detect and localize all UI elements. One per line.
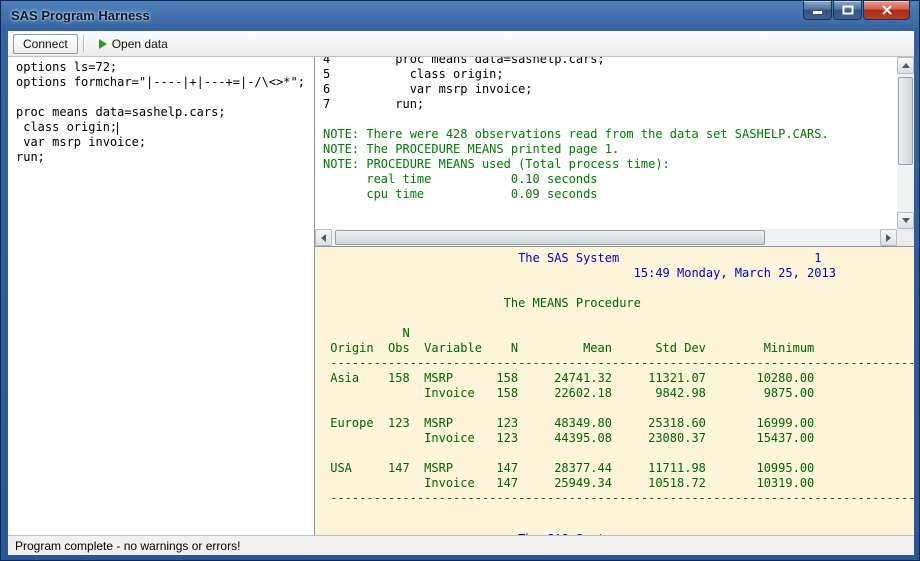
open-data-label: Open data	[112, 37, 168, 51]
left-arrow-icon	[321, 234, 326, 242]
horizontal-scrollbar-thumb[interactable]	[335, 230, 765, 245]
maximize-icon	[842, 5, 854, 15]
log-content: 4 proc means data=sashelp.cars; 5 class …	[315, 57, 897, 229]
scroll-down-button[interactable]	[897, 212, 914, 229]
right-arrow-icon	[886, 234, 891, 242]
connect-button[interactable]: Connect	[13, 34, 78, 54]
scroll-left-button[interactable]	[315, 229, 332, 246]
text-caret	[117, 122, 118, 135]
output-means-listing: The MEANS Procedure N Origin Obs Variabl…	[315, 281, 914, 506]
code-editor[interactable]: options ls=72; options formchar="|----|+…	[8, 57, 315, 535]
toolbar: Connect Open data	[8, 31, 914, 57]
scroll-up-button[interactable]	[897, 57, 914, 74]
open-data-button[interactable]: Open data	[89, 34, 178, 54]
down-arrow-icon	[902, 218, 910, 223]
toolbar-separator	[83, 35, 84, 52]
close-icon	[881, 5, 893, 15]
status-bar: Program complete - no warnings or errors…	[8, 535, 914, 555]
log-horizontal-scrollbar[interactable]	[315, 229, 897, 246]
app-window: SAS Program Harness Connect Open data	[0, 0, 920, 561]
output-pane: The SAS System 1 15:49 Monday, March 25,…	[315, 246, 914, 535]
scrollbar-corner	[897, 229, 914, 246]
up-arrow-icon	[902, 63, 910, 68]
titlebar[interactable]: SAS Program Harness	[1, 1, 919, 31]
window-title: SAS Program Harness	[11, 8, 150, 23]
close-button[interactable]	[863, 1, 910, 20]
status-message: Program complete - no warnings or errors…	[15, 539, 240, 553]
vertical-scrollbar-thumb[interactable]	[898, 77, 913, 165]
maximize-button[interactable]	[833, 1, 862, 20]
play-icon	[99, 39, 107, 49]
caption-buttons	[802, 1, 910, 20]
log-vertical-scrollbar[interactable]	[897, 57, 914, 229]
editor-code[interactable]: options ls=72; options formchar="|----|+…	[8, 57, 314, 165]
minimize-icon	[812, 5, 824, 15]
scroll-right-button[interactable]	[880, 229, 897, 246]
log-echo: 4 proc means data=sashelp.cars; 5 class …	[315, 57, 897, 112]
log-notes: NOTE: There were 428 observations read f…	[315, 112, 897, 202]
log-pane: 4 proc means data=sashelp.cars; 5 class …	[315, 57, 914, 246]
output-page-title: The SAS System 1 15:49 Monday, March 25,…	[315, 247, 914, 281]
minimize-button[interactable]	[803, 1, 832, 20]
